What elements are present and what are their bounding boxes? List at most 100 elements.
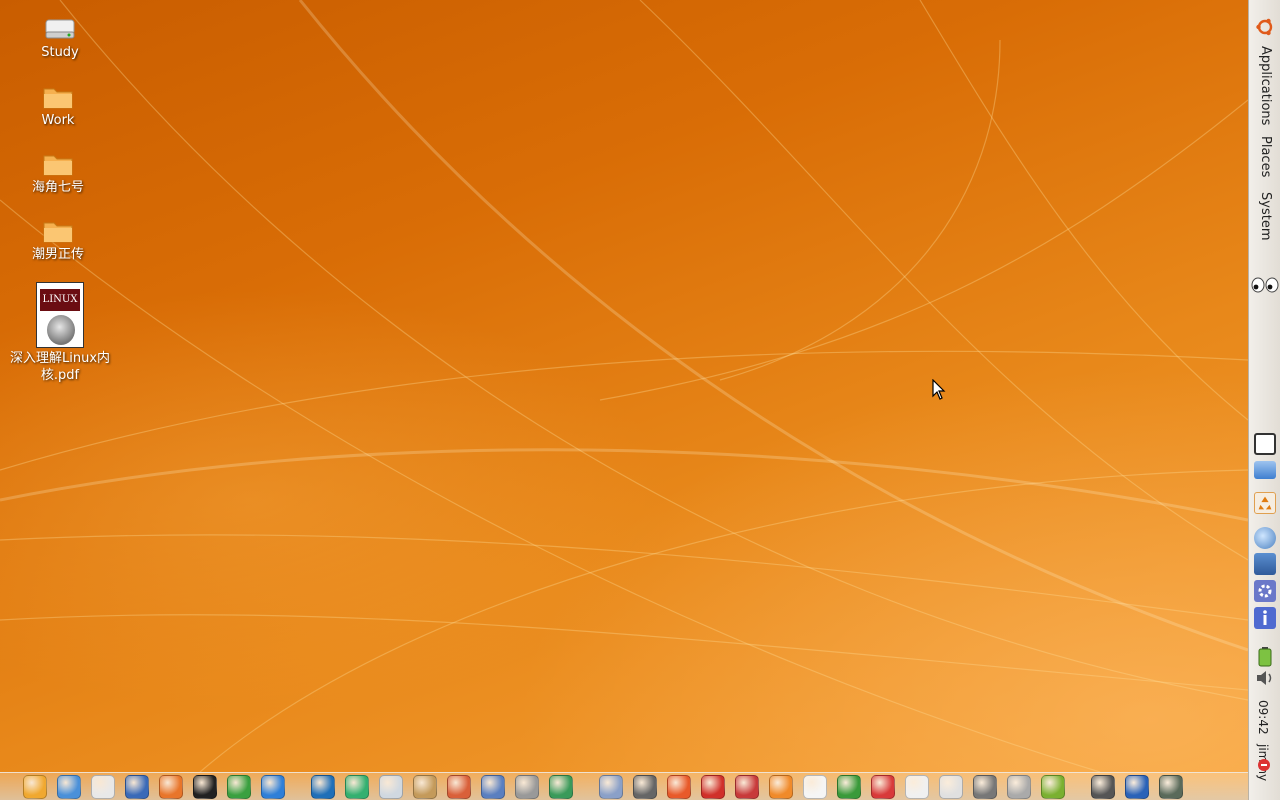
dock-launcher-ball-game[interactable] [664,774,693,800]
info-icon[interactable] [1254,607,1276,629]
mouse-cursor-icon [932,379,946,400]
dock-launcher-figure-game[interactable] [766,774,795,800]
desktop-icon-work[interactable]: Work [8,84,108,129]
scanner-icon [598,774,623,799]
folder-icon [43,88,73,109]
board-game-icon [836,774,861,799]
firefox-icon [158,774,183,799]
nvidia-icon [1040,774,1065,799]
drive-icon [45,19,75,39]
dock-launcher-nvidia[interactable] [1038,774,1067,800]
dock-launcher-blocks-game[interactable] [868,774,897,800]
dock-launcher-photo-manager[interactable] [54,774,83,800]
dock [0,772,1248,800]
volume-icon[interactable] [1255,670,1275,686]
side-panel: Applications Places System 09:42 jimmy [1248,0,1280,800]
dock-launcher-tools[interactable] [512,774,541,800]
network-tools-icon [378,774,403,799]
desktop-icon-label: Study [41,45,79,60]
home-folder-icon [22,774,47,799]
screenshot-applet-icon[interactable] [1254,433,1276,455]
tools-icon [514,774,539,799]
dock-launcher-network-tools[interactable] [376,774,405,800]
dock-launcher-settings-gear[interactable] [630,774,659,800]
folder-icon [43,155,73,176]
dock-launcher-pointer-tool[interactable] [258,774,287,800]
network-globe-icon [226,774,251,799]
cards-game-icon [802,774,827,799]
folder-icon [43,222,73,243]
settings-gear-icon [632,774,657,799]
ubuntu-logo-icon[interactable] [1255,17,1275,37]
dock-launcher-firefox[interactable] [156,774,185,800]
puzzle-icon[interactable] [1254,553,1276,575]
desktop-icon-label: Work [41,113,75,128]
archive-icon [1006,774,1031,799]
package-icon [412,774,437,799]
eyes-applet-icon[interactable] [1251,276,1279,294]
menu-applications[interactable]: Applications [1258,46,1273,125]
preferences-gear-icon[interactable] [1254,580,1276,602]
blocks-game-icon [870,774,895,799]
dock-launcher-printer[interactable] [1088,774,1117,800]
science-icon [734,774,759,799]
network-globe-icon[interactable] [1254,527,1276,549]
compass-browser-icon [124,774,149,799]
dock-launcher-solitaire[interactable] [902,774,931,800]
dock-launcher-network-globe[interactable] [224,774,253,800]
dock-launcher-screenshot[interactable] [970,774,999,800]
menu-system[interactable]: System [1258,192,1273,240]
menu-places[interactable]: Places [1258,136,1273,177]
dock-launcher-board-game[interactable] [834,774,863,800]
desktop-icon-label: 海角七号 [31,180,84,195]
dock-launcher-science[interactable] [732,774,761,800]
chess-game-icon [700,774,725,799]
dock-launcher-calculator[interactable] [1156,774,1185,800]
dock-launcher-molecule[interactable] [546,774,575,800]
aptana-icon [310,774,335,799]
dock-launcher-remote-desktop[interactable] [478,774,507,800]
desktop-icon-study[interactable]: Study [10,16,110,61]
dock-launcher-chess-game[interactable] [698,774,727,800]
dock-launcher-hearts[interactable] [936,774,965,800]
dock-launcher-cards-game[interactable] [800,774,829,800]
dock-launcher-package[interactable] [410,774,439,800]
calculator-icon [1158,774,1183,799]
dock-launcher-compass-browser[interactable] [122,774,151,800]
dock-launcher-archive[interactable] [1004,774,1033,800]
solitaire-icon [904,774,929,799]
dock-launcher-gem[interactable] [342,774,371,800]
figure-game-icon [768,774,793,799]
pdf-thumbnail-title: LINUX [42,294,78,305]
desktop-icon-label: 深入理解Linux内核.pdf [9,351,111,383]
pdf-thumbnail-icon: LINUX [36,282,84,348]
remote-desktop-icon [480,774,505,799]
desktop-icon-pdf[interactable]: LINUX 深入理解Linux内核.pdf [8,282,112,384]
recycle-icon[interactable] [1254,492,1276,514]
dock-separator [580,777,596,797]
hearts-icon [938,774,963,799]
desktop-switcher-icon[interactable] [1254,461,1276,479]
clock[interactable]: 09:42 [1256,700,1270,735]
qq-penguin-icon [192,774,217,799]
bluetooth-icon [1124,774,1149,799]
dock-launcher-qq-penguin[interactable] [190,774,219,800]
desktop-icon-folder-2[interactable]: 潮男正传 [8,218,108,263]
molecule-icon [548,774,573,799]
dock-launcher-aptana[interactable] [308,774,337,800]
dock-launcher-home-folder[interactable] [20,774,49,800]
photo-manager-icon [56,774,81,799]
screenshot-icon [972,774,997,799]
battery-icon[interactable] [1258,647,1272,667]
dock-launcher-bluetooth[interactable] [1122,774,1151,800]
pointer-tool-icon [260,774,285,799]
desktop-icon-folder-1[interactable]: 海角七号 [8,151,108,196]
search-icon [446,774,471,799]
dock-launcher-search[interactable] [444,774,473,800]
dock-launcher-text-editor[interactable] [88,774,117,800]
desktop-icon-label: 潮男正传 [31,247,84,262]
ball-game-icon [666,774,691,799]
dock-separator [292,777,308,797]
dock-launcher-scanner[interactable] [596,774,625,800]
text-editor-icon [90,774,115,799]
